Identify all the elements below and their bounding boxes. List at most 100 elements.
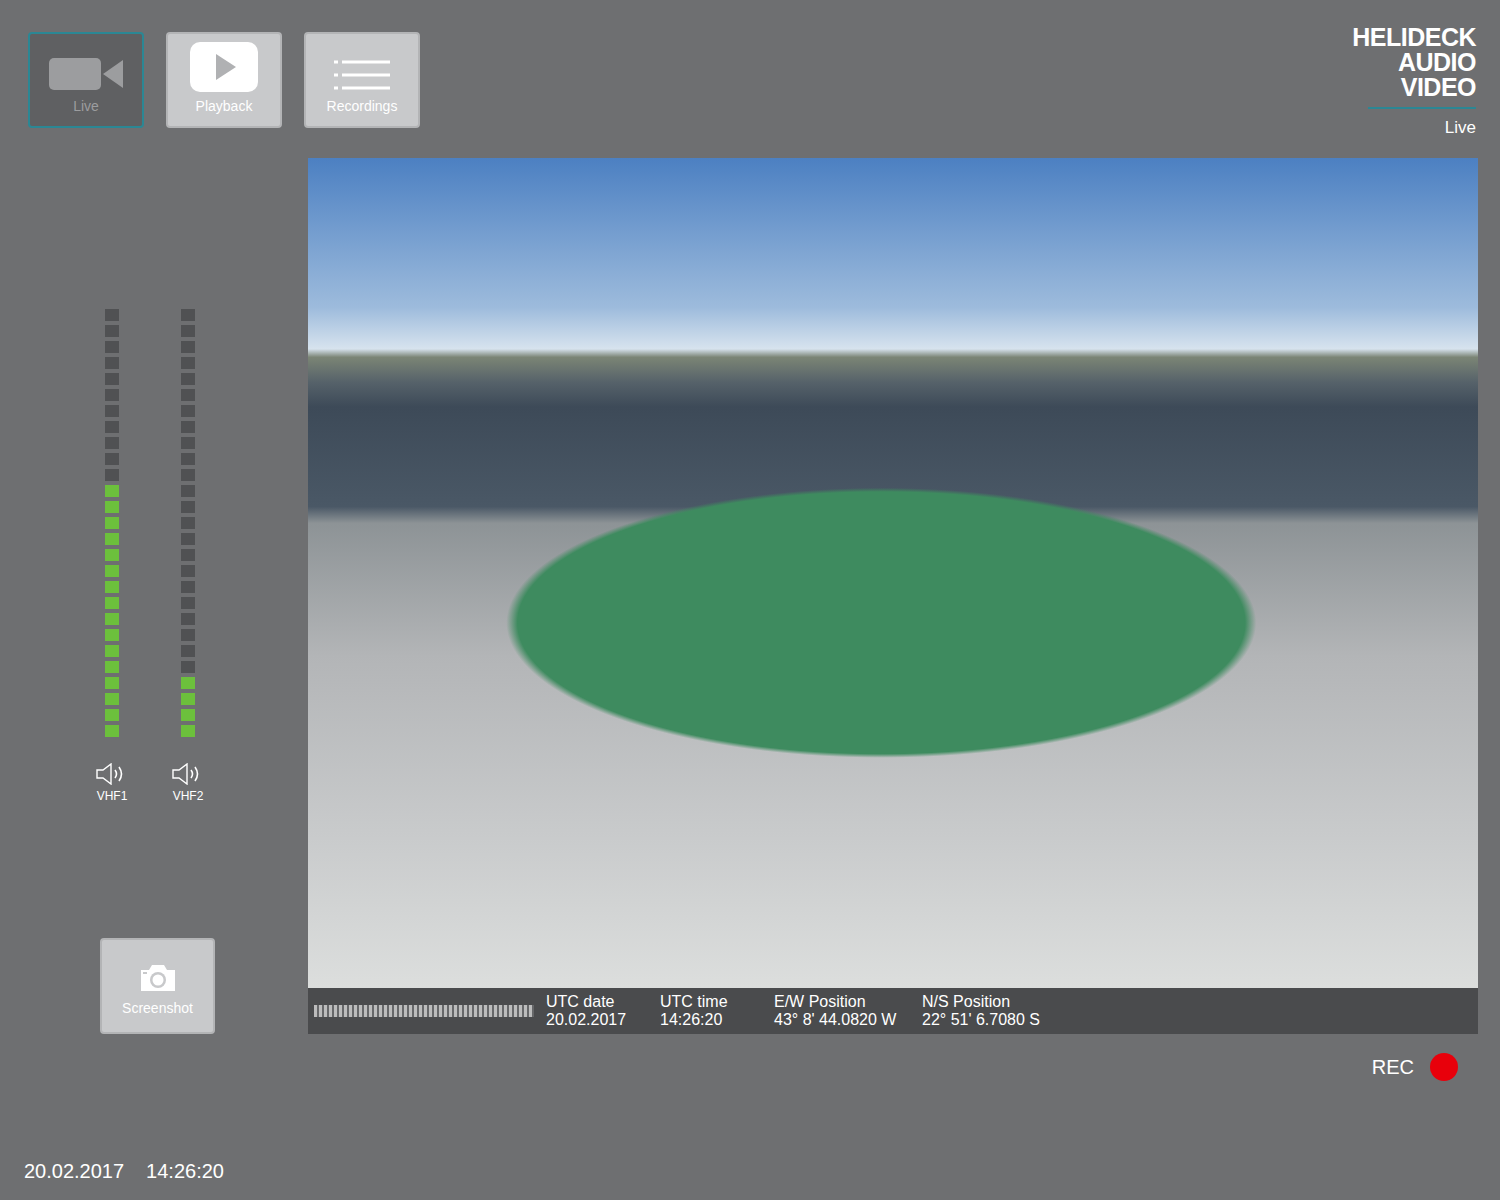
- meter-segment: [105, 389, 119, 401]
- meter-segment: [105, 437, 119, 449]
- video-camera-icon: [49, 56, 123, 92]
- brand-mode: Live: [1445, 118, 1476, 138]
- info-field: E/W Position43° 8' 44.0820 W: [774, 993, 922, 1029]
- meter-segment: [181, 421, 195, 433]
- brand-line: HELIDECK: [1352, 25, 1476, 50]
- meter-group: VHF1 VHF2: [92, 309, 308, 803]
- status-time: 14:26:20: [146, 1160, 224, 1183]
- nav-button[interactable]: Playback: [166, 32, 282, 128]
- meter-segment: [181, 549, 195, 561]
- info-value: 20.02.2017: [546, 1011, 660, 1029]
- meter-segment: [105, 421, 119, 433]
- meter-segment: [105, 725, 119, 737]
- meter-segment: [105, 325, 119, 337]
- status-bar: 20.02.2017 14:26:20: [0, 1160, 1500, 1183]
- info-value: 22° 51' 6.7080 S: [922, 1011, 1072, 1029]
- meter-segment: [181, 709, 195, 721]
- info-value: 43° 8' 44.0820 W: [774, 1011, 922, 1029]
- meter-segment: [181, 533, 195, 545]
- meter-segment: [105, 629, 119, 641]
- meter-segment: [105, 597, 119, 609]
- meter-label: VHF2: [173, 789, 204, 803]
- meter-segment: [105, 517, 119, 529]
- meter-segment: [181, 613, 195, 625]
- camera-icon: [139, 964, 177, 992]
- audio-meter: VHF2: [168, 309, 208, 803]
- nav-bar: Live Playback Recordings: [28, 32, 420, 128]
- meter-segment: [181, 645, 195, 657]
- meter-label: VHF1: [97, 789, 128, 803]
- meter-segment: [181, 565, 195, 577]
- meter-segment: [105, 501, 119, 513]
- brand: HELIDECKAUDIOVIDEO Live: [1352, 25, 1476, 138]
- meter-segment: [181, 341, 195, 353]
- meter-segment: [181, 469, 195, 481]
- nav-button[interactable]: Live: [28, 32, 144, 128]
- meter-segment: [181, 693, 195, 705]
- meter-segment: [181, 581, 195, 593]
- rec-dot: [1430, 1053, 1458, 1081]
- meter-segment: [105, 549, 119, 561]
- brand-line: AUDIO: [1398, 50, 1476, 75]
- speaker-icon: [172, 763, 204, 785]
- meter-segment: [105, 581, 119, 593]
- meter-segment: [105, 485, 119, 497]
- screenshot-button[interactable]: Screenshot: [100, 938, 215, 1034]
- nav-button-label: Recordings: [327, 98, 398, 114]
- meter-segment: [181, 661, 195, 673]
- info-field: UTC time14:26:20: [660, 993, 774, 1029]
- meter-track: [105, 309, 119, 737]
- meter-track: [181, 309, 195, 737]
- video-info-bar: UTC date20.02.2017UTC time14:26:20E/W Po…: [308, 988, 1478, 1034]
- overlay-noise: [314, 1005, 534, 1017]
- status-date: 20.02.2017: [24, 1160, 124, 1183]
- meter-segment: [105, 469, 119, 481]
- info-label: UTC date: [546, 993, 660, 1011]
- meter-segment: [181, 485, 195, 497]
- meter-segment: [105, 645, 119, 657]
- nav-button[interactable]: Recordings: [304, 32, 420, 128]
- meter-segment: [105, 373, 119, 385]
- rec-label: REC: [1372, 1056, 1414, 1079]
- recording-indicator: REC: [0, 1053, 1500, 1081]
- play-icon: [190, 42, 258, 92]
- meter-segment: [181, 373, 195, 385]
- meter-segment: [105, 565, 119, 577]
- meter-segment: [105, 357, 119, 369]
- meter-segment: [181, 437, 195, 449]
- nav-button-label: Live: [73, 98, 99, 114]
- meter-segment: [181, 597, 195, 609]
- meter-segment: [105, 309, 119, 321]
- info-field: N/S Position22° 51' 6.7080 S: [922, 993, 1072, 1029]
- meter-segment: [105, 405, 119, 417]
- meter-segment: [105, 533, 119, 545]
- meter-segment: [105, 341, 119, 353]
- info-label: N/S Position: [922, 993, 1072, 1011]
- screenshot-label: Screenshot: [122, 1000, 193, 1016]
- meter-segment: [105, 453, 119, 465]
- video-panel: UTC date20.02.2017UTC time14:26:20E/W Po…: [308, 158, 1478, 1034]
- meter-segment: [181, 453, 195, 465]
- helideck-app: Live Playback Recordings HELIDECKAUDIOVIDEO…: [0, 0, 1500, 1200]
- brand-rule: [1368, 107, 1476, 109]
- info-label: E/W Position: [774, 993, 922, 1011]
- info-field: UTC date20.02.2017: [546, 993, 660, 1029]
- meter-segment: [181, 517, 195, 529]
- audio-meter: VHF1: [92, 309, 132, 803]
- meter-segment: [181, 309, 195, 321]
- meter-segment: [181, 629, 195, 641]
- info-value: 14:26:20: [660, 1011, 774, 1029]
- speaker-button[interactable]: [96, 763, 128, 785]
- meter-segment: [105, 613, 119, 625]
- main: VHF1 VHF2 Screenshot UTC date20.02.2017UTC …: [0, 158, 1500, 1034]
- brand-line: VIDEO: [1401, 75, 1476, 100]
- video-feed: [308, 158, 1478, 988]
- header: Live Playback Recordings HELIDECKAUDIOVIDEO…: [0, 0, 1500, 158]
- meter-segment: [181, 501, 195, 513]
- meter-segment: [181, 405, 195, 417]
- speaker-button[interactable]: [172, 763, 204, 785]
- meter-segment: [105, 693, 119, 705]
- info-label: UTC time: [660, 993, 774, 1011]
- meter-segment: [181, 389, 195, 401]
- meter-segment: [105, 661, 119, 673]
